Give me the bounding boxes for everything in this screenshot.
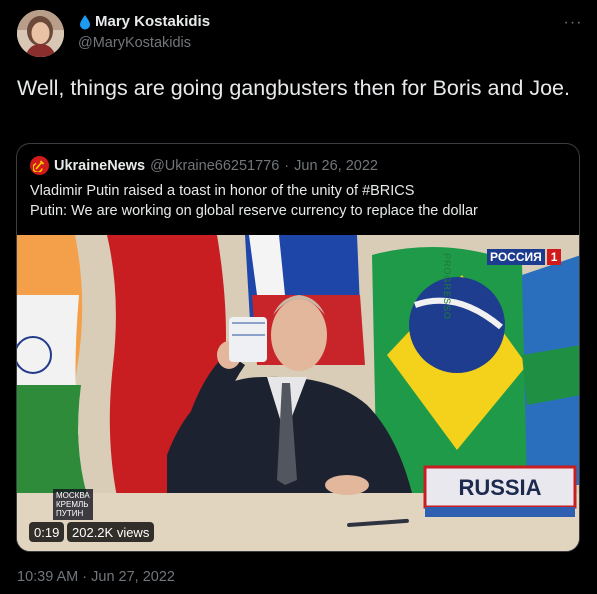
more-options-icon[interactable]: ··· (562, 12, 584, 34)
video-player[interactable]: РОССИЯ 1 PROGRESSO RUSSIA МОСКВА КРЕМЛЬ … (17, 235, 579, 551)
display-name[interactable]: Mary Kostakidis (95, 13, 210, 30)
quoted-text-line-1: Vladimir Putin raised a toast in honor o… (30, 183, 415, 199)
channel-number: 1 (546, 249, 562, 265)
tweet-text: Well, things are going gangbusters then … (17, 76, 570, 100)
view-count-text: 202.2K views (72, 524, 150, 540)
duration-text: 0:19 (34, 524, 60, 540)
water-drop-icon (79, 14, 91, 30)
more-options-glyph: ··· (563, 14, 583, 31)
nameplate: RUSSIA (458, 475, 542, 500)
profile-photo (17, 10, 64, 57)
avatar[interactable] (17, 10, 64, 57)
quoted-header: UkraineNews @Ukraine66251776 · Jun 26, 2… (30, 156, 378, 175)
corner-caption-line-2: КРЕМЛЬ (56, 500, 89, 509)
quoted-handle[interactable]: @Ukraine66251776 (150, 158, 279, 174)
quoted-date[interactable]: Jun 26, 2022 (294, 158, 378, 174)
brazil-banner-text: PROGRESSO (442, 253, 452, 321)
tweet-timestamp[interactable]: 10:39 AM · Jun 27, 2022 (17, 569, 175, 585)
hammer-sickle-icon[interactable] (30, 156, 49, 175)
view-count-badge: 202.2K views (67, 522, 155, 542)
quoted-display-name[interactable]: UkraineNews (54, 158, 145, 174)
corner-caption-line-1: МОСКВА (56, 491, 90, 500)
quoted-separator: · (284, 157, 290, 174)
quoted-tweet[interactable]: UkraineNews @Ukraine66251776 · Jun 26, 2… (16, 143, 580, 552)
quoted-text-line-2: Putin: We are working on global reserve … (30, 203, 478, 219)
video-duration: 0:19 (29, 522, 65, 542)
tweet: Mary Kostakidis @MaryKostakidis ··· Well… (0, 0, 597, 594)
corner-caption-line-3: ПУТИН (56, 509, 84, 518)
video-frame (17, 235, 579, 551)
user-handle[interactable]: @MaryKostakidis (78, 35, 191, 51)
channel-logo: РОССИЯ 1 (487, 249, 562, 265)
quoted-text: Vladimir Putin raised a toast in honor o… (30, 181, 570, 221)
channel-label: РОССИЯ (487, 249, 545, 265)
author-name-row[interactable]: Mary Kostakidis (79, 13, 210, 30)
corner-caption: МОСКВА КРЕМЛЬ ПУТИН (53, 489, 93, 520)
